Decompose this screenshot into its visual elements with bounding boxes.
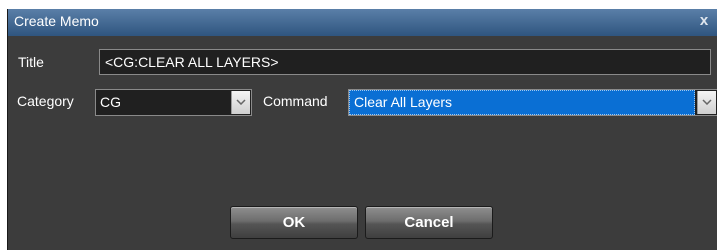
command-dropdown[interactable]: Clear All Layers xyxy=(348,89,717,116)
category-label: Category xyxy=(17,93,74,109)
cancel-button[interactable]: Cancel xyxy=(365,206,493,239)
category-value: CG xyxy=(100,94,121,110)
command-dropdown-button[interactable] xyxy=(697,91,716,114)
dialog-title: Create Memo xyxy=(14,13,99,29)
title-bar[interactable]: Create Memo x xyxy=(8,9,717,36)
command-value: Clear All Layers xyxy=(349,90,695,115)
category-dropdown[interactable]: CG xyxy=(95,89,252,116)
create-memo-dialog: Create Memo x Title <CG:CLEAR ALL LAYERS… xyxy=(7,9,717,250)
title-label: Title xyxy=(18,54,44,70)
title-field[interactable]: <CG:CLEAR ALL LAYERS> xyxy=(99,49,711,75)
category-dropdown-button[interactable] xyxy=(231,91,250,114)
close-icon[interactable]: x xyxy=(696,12,712,30)
ok-button[interactable]: OK xyxy=(230,206,358,239)
command-label: Command xyxy=(263,93,328,109)
chevron-down-icon xyxy=(702,99,712,105)
chevron-down-icon xyxy=(236,99,246,105)
